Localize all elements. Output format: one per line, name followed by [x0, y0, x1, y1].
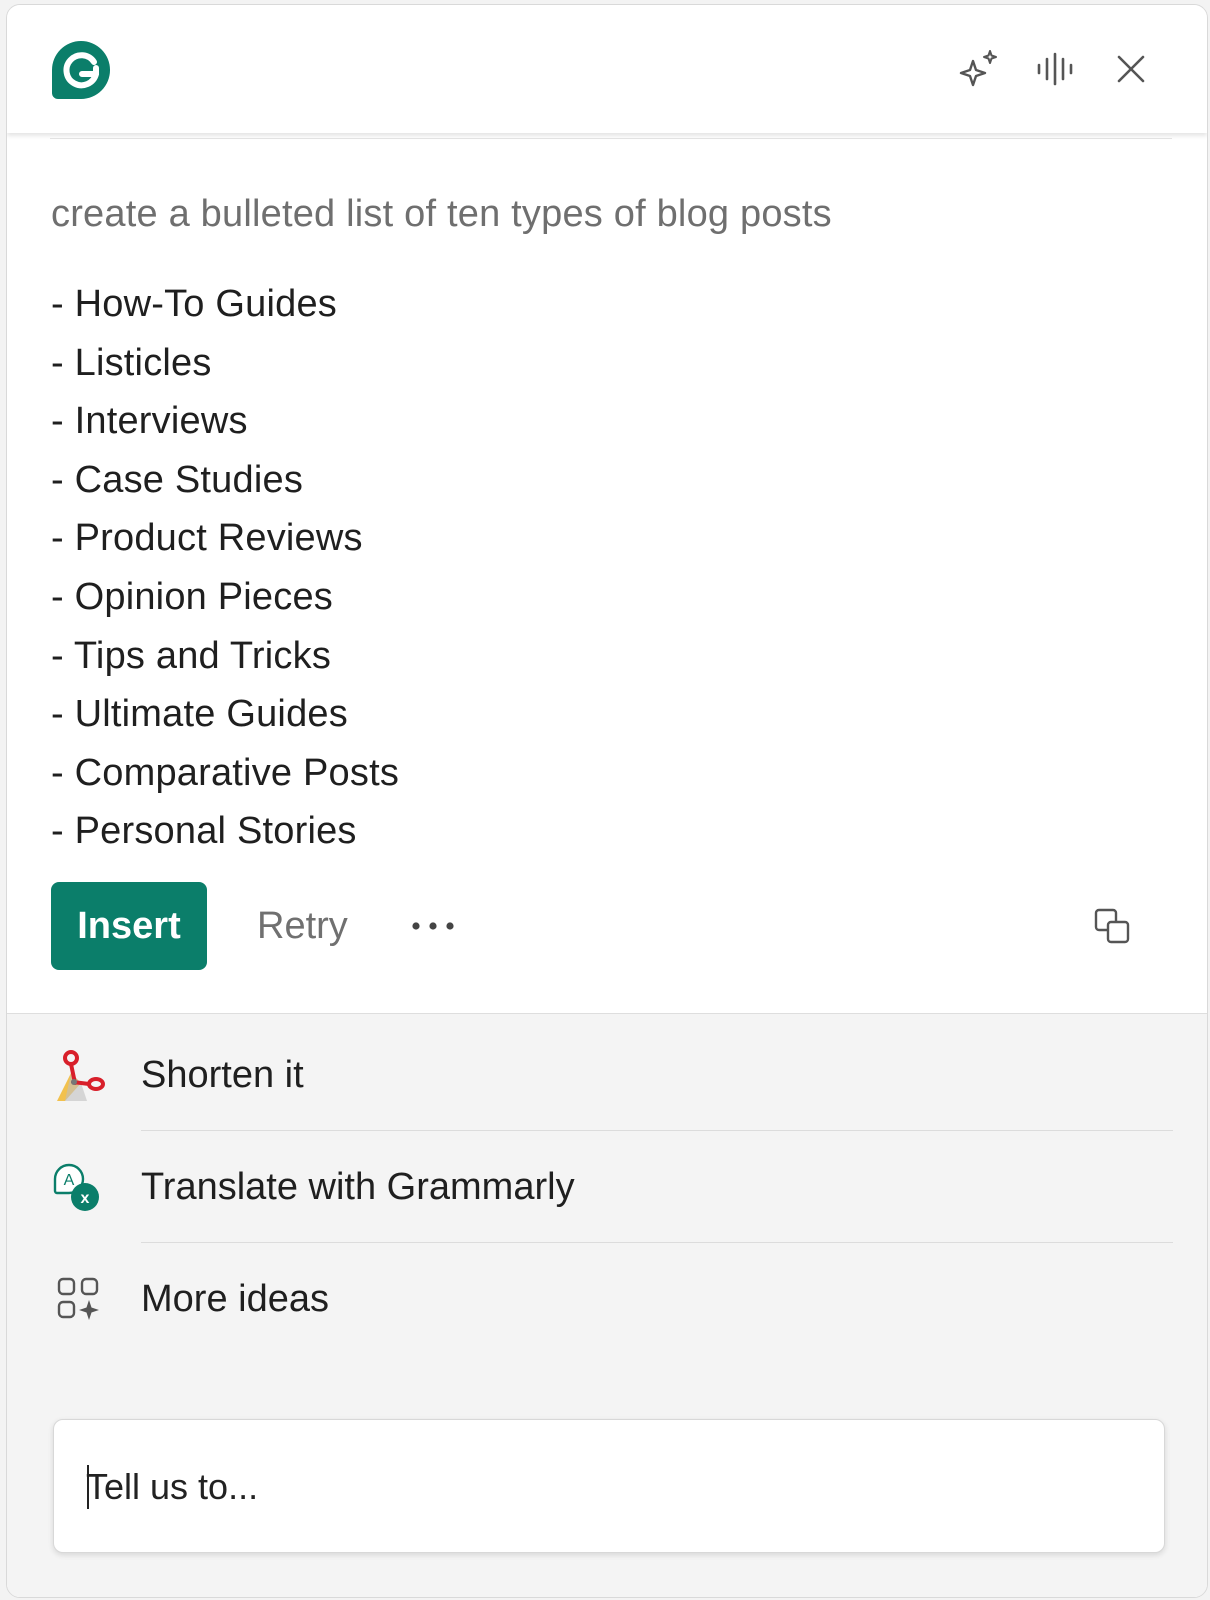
result-item: - Case Studies — [51, 458, 304, 501]
result-item: - Tips and Tricks — [51, 634, 332, 677]
result-item: - Opinion Pieces — [51, 575, 334, 618]
result-item: - Comparative Posts — [51, 751, 400, 794]
retry-button[interactable]: Retry — [247, 882, 358, 970]
insert-button[interactable]: Insert — [51, 882, 207, 970]
result-item: - How-To Guides — [51, 283, 337, 325]
sparkle-icon[interactable] — [953, 43, 1005, 95]
svg-text:x: x — [81, 1190, 90, 1207]
result-item: - Product Reviews — [51, 517, 363, 560]
result-item: - Interviews — [51, 400, 248, 443]
close-icon[interactable] — [1105, 43, 1157, 95]
svg-text:A: A — [64, 1172, 75, 1189]
suggestion-shorten[interactable]: Shorten it — [7, 1019, 1207, 1131]
text-caret — [87, 1465, 89, 1509]
copy-icon[interactable] — [1089, 903, 1137, 951]
prompt-input[interactable] — [84, 1420, 1128, 1554]
suggestion-translate[interactable]: A x Translate with Grammarly — [7, 1131, 1207, 1243]
suggestion-label: Translate with Grammarly — [141, 1166, 575, 1208]
result-item: - Listicles — [51, 341, 212, 384]
voice-waveform-icon[interactable] — [1029, 43, 1081, 95]
grammarly-logo-icon — [50, 39, 112, 101]
prompt-text: create a bulleted list of ten types of b… — [51, 193, 832, 235]
panel-header — [7, 5, 1207, 133]
translate-icon: A x — [51, 1161, 107, 1217]
ellipsis-icon[interactable] — [403, 898, 463, 954]
result-item: - Ultimate Guides — [51, 693, 348, 736]
scissors-icon — [51, 1049, 107, 1105]
grid-sparkle-icon — [51, 1273, 107, 1329]
prompt-input-box[interactable] — [53, 1419, 1165, 1554]
grammarly-assistant-panel: create a bulleted list of ten types of b… — [6, 4, 1208, 1598]
header-divider — [50, 138, 1172, 139]
result-item: - Personal Stories — [51, 810, 357, 853]
suggestion-more-ideas[interactable]: More ideas — [7, 1243, 1207, 1355]
suggestion-label: Shorten it — [141, 1054, 304, 1096]
result-list: - How-To Guides - Listicles - Interviews… — [51, 275, 399, 861]
suggestion-label: More ideas — [141, 1278, 329, 1320]
